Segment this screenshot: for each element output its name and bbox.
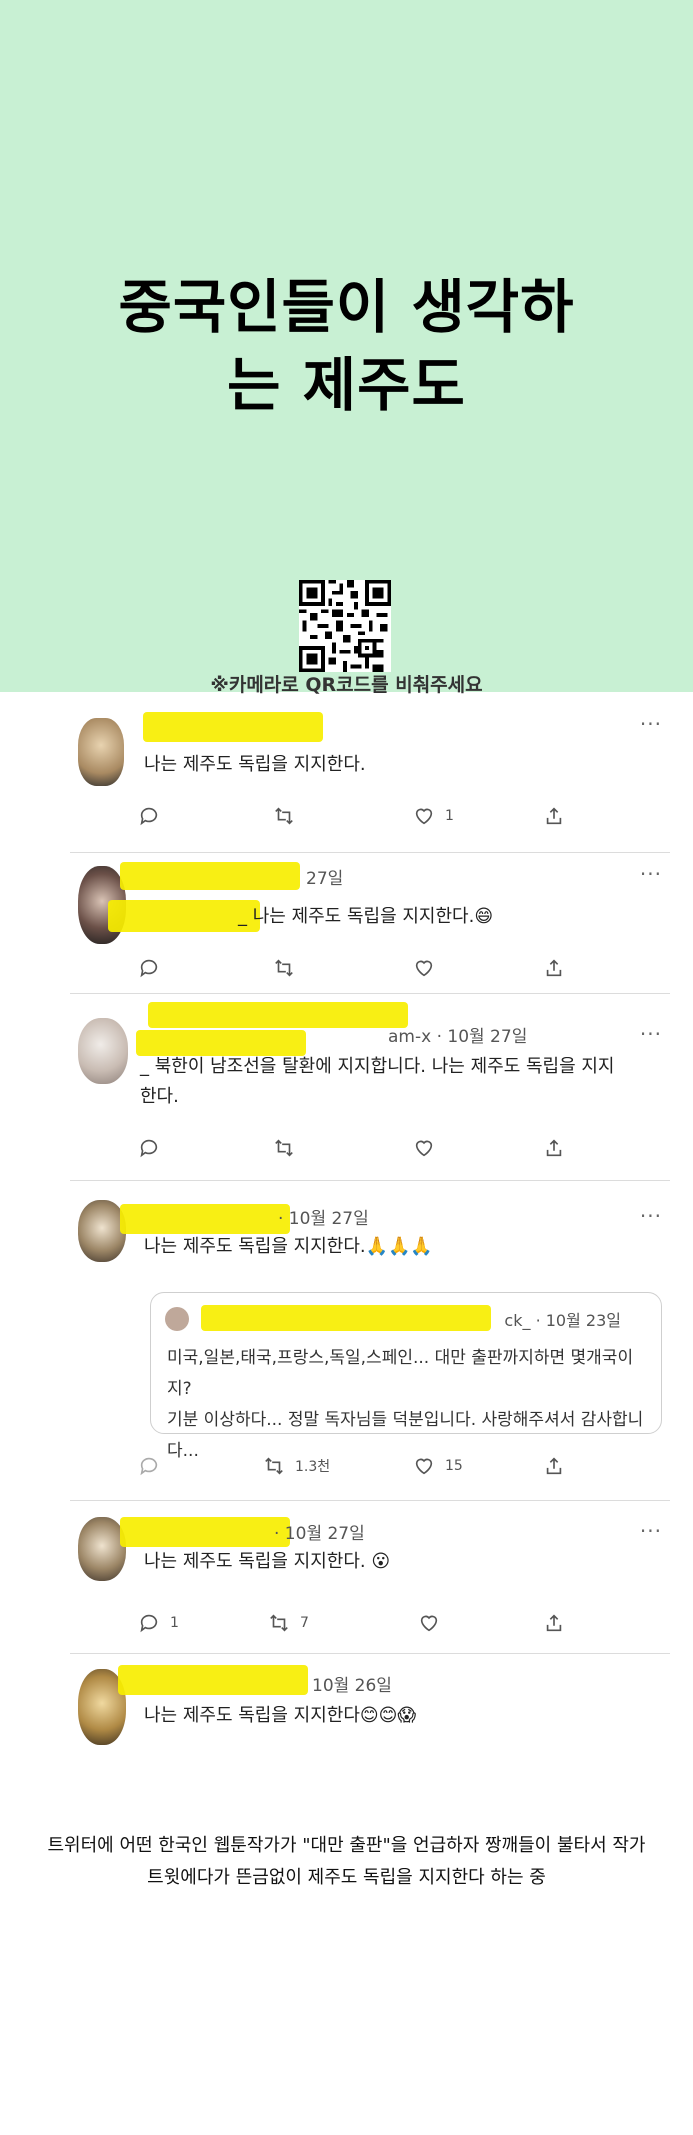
reply-count: 1 bbox=[170, 1615, 179, 1631]
quoted-line: 미국,일본,태국,프랑스,독일,스페인... 대만 출판까지하면 몇개국이지? bbox=[167, 1348, 634, 1399]
divider bbox=[70, 852, 670, 853]
avatar[interactable] bbox=[78, 1517, 126, 1581]
share-button[interactable] bbox=[543, 1609, 565, 1637]
tweet-5: · 10월 27일 ··· 나는 제주도 독립을 지지한다. 😮 1 7 bbox=[78, 1515, 668, 1645]
reply-icon bbox=[140, 1614, 158, 1633]
tweet-date: am-x · 10월 27일 bbox=[388, 1027, 528, 1047]
share-button[interactable] bbox=[543, 954, 565, 982]
avatar[interactable] bbox=[78, 1018, 128, 1084]
retweet-count: 7 bbox=[300, 1615, 309, 1631]
like-button[interactable]: 1 bbox=[413, 802, 454, 830]
share-icon bbox=[546, 959, 562, 977]
tweet-date: 10월 26일 bbox=[312, 1676, 392, 1696]
divider bbox=[70, 1180, 670, 1181]
username-redaction bbox=[143, 712, 323, 742]
username-redaction bbox=[201, 1305, 491, 1331]
heart-icon bbox=[420, 1615, 438, 1632]
tweet-6: 10월 26일 나는 제주도 독립을 지지한다😊😊😱 bbox=[78, 1665, 668, 1765]
tweet-3: am-x · 10월 27일 ··· _ 북한이 남조선을 탈환에 지지합니다.… bbox=[78, 1000, 668, 1170]
retweet-icon bbox=[270, 1614, 288, 1632]
tweet-actions: 1 7 bbox=[138, 1609, 658, 1639]
quoted-tweet-text: 미국,일본,태국,프랑스,독일,스페인... 대만 출판까지하면 몇개국이지? … bbox=[167, 1343, 657, 1467]
like-button[interactable] bbox=[418, 1609, 450, 1637]
more-options-icon[interactable]: ··· bbox=[640, 1204, 662, 1228]
tweet-2: 27일 ··· _ 나는 제주도 독립을 지지한다.😄 bbox=[78, 860, 668, 990]
tweet-actions: 1 bbox=[138, 802, 658, 832]
retweet-icon bbox=[275, 959, 293, 977]
reply-icon bbox=[140, 959, 158, 978]
tweet-text-line: 한다. bbox=[140, 1086, 179, 1107]
heart-icon bbox=[415, 1140, 433, 1157]
avatar bbox=[165, 1307, 189, 1331]
more-options-icon[interactable]: ··· bbox=[640, 1022, 662, 1046]
username-redaction bbox=[120, 1204, 290, 1234]
reply-button[interactable]: 1 bbox=[138, 1609, 179, 1637]
reply-icon bbox=[140, 1457, 158, 1476]
tweet-text: 나는 제주도 독립을 지지한다😊😊😱 bbox=[144, 1705, 417, 1726]
username-redaction bbox=[118, 1665, 308, 1695]
more-options-icon[interactable]: ··· bbox=[640, 712, 662, 736]
heart-icon bbox=[415, 960, 433, 977]
quoted-line: 기분 이상하다... 정말 독자님들 덕분입니다. 사랑해주셔서 감사합니다..… bbox=[167, 1410, 644, 1461]
tweet-text: _ 북한이 남조선을 탈환에 지지합니다. 나는 제주도 독립을 지지 한다. bbox=[140, 1052, 680, 1112]
tweet-text: 나는 제주도 독립을 지지한다.🙏🙏🙏 bbox=[144, 1236, 433, 1257]
retweet-icon bbox=[275, 807, 293, 825]
reply-button[interactable] bbox=[138, 954, 170, 982]
quoted-tweet[interactable]: ck_ · 10월 23일 미국,일본,태국,프랑스,독일,스페인... 대만 … bbox=[150, 1292, 662, 1461]
tweet-text: _ 나는 제주도 독립을 지지한다.😄 bbox=[238, 906, 494, 927]
reply-icon bbox=[140, 1139, 158, 1158]
tweet-text: 나는 제주도 독립을 지지한다. bbox=[144, 754, 366, 775]
retweet-icon bbox=[275, 1139, 293, 1157]
title-line-1: 중국인들이 생각하 bbox=[118, 273, 575, 341]
share-button[interactable] bbox=[543, 1134, 565, 1162]
more-options-icon[interactable]: ··· bbox=[640, 862, 662, 886]
tweet-actions bbox=[138, 954, 658, 984]
title-line-2: 는 제주도 bbox=[227, 351, 466, 419]
tweet-text: 나는 제주도 독립을 지지한다. 😮 bbox=[144, 1551, 391, 1572]
divider bbox=[70, 993, 670, 994]
reply-button[interactable] bbox=[138, 1452, 170, 1480]
retweet-button[interactable]: 7 bbox=[268, 1609, 309, 1637]
more-options-icon[interactable]: ··· bbox=[640, 1519, 662, 1543]
qr-code[interactable] bbox=[299, 580, 391, 672]
like-button[interactable] bbox=[413, 954, 445, 982]
share-icon bbox=[546, 1139, 562, 1157]
caption-line: 트위터에 어떤 한국인 웹툰작가가 "대만 출판"을 언급하자 짱깨들이 불타서… bbox=[47, 1835, 646, 1856]
caption: 트위터에 어떤 한국인 웹툰작가가 "대만 출판"을 언급하자 짱깨들이 불타서… bbox=[0, 1830, 693, 1894]
header-banner: 중국인들이 생각하 는 제주도 ※카메라로 QR코드를 비춰주세요 bbox=[0, 0, 693, 696]
reply-button[interactable] bbox=[138, 802, 170, 830]
tweet-date: · 10월 27일 bbox=[278, 1209, 369, 1229]
reply-icon bbox=[140, 807, 158, 826]
username-redaction bbox=[148, 1002, 408, 1028]
share-button[interactable] bbox=[543, 802, 565, 830]
divider bbox=[70, 1500, 670, 1501]
reply-button[interactable] bbox=[138, 1134, 170, 1162]
qr-caption: ※카메라로 QR코드를 비춰주세요 bbox=[210, 674, 483, 696]
divider bbox=[70, 1653, 670, 1654]
retweet-button[interactable] bbox=[273, 802, 305, 830]
tweet-actions bbox=[138, 1134, 658, 1164]
avatar[interactable] bbox=[78, 1200, 126, 1262]
heart-icon bbox=[415, 808, 433, 825]
like-button[interactable] bbox=[413, 1134, 445, 1162]
caption-line: 트윗에다가 뜬금없이 제주도 독립을 지지한다 하는 중 bbox=[147, 1867, 546, 1888]
quoted-tweet-date: ck_ · 10월 23일 bbox=[504, 1311, 621, 1330]
tweet-date: 27일 bbox=[306, 869, 344, 889]
tweet-1: ··· 나는 제주도 독립을 지지한다. 1 bbox=[78, 710, 668, 850]
username-redaction bbox=[120, 1517, 290, 1547]
page-title: 중국인들이 생각하 는 제주도 bbox=[0, 268, 693, 424]
avatar[interactable] bbox=[78, 718, 124, 786]
tweet-text-line: _ 북한이 남조선을 탈환에 지지합니다. 나는 제주도 독립을 지지 bbox=[140, 1056, 615, 1077]
retweet-button[interactable] bbox=[273, 954, 305, 982]
username-redaction bbox=[120, 862, 300, 890]
share-icon bbox=[546, 807, 562, 825]
share-icon bbox=[546, 1614, 562, 1632]
tweet-date: · 10월 27일 bbox=[274, 1524, 365, 1544]
retweet-button[interactable] bbox=[273, 1134, 305, 1162]
